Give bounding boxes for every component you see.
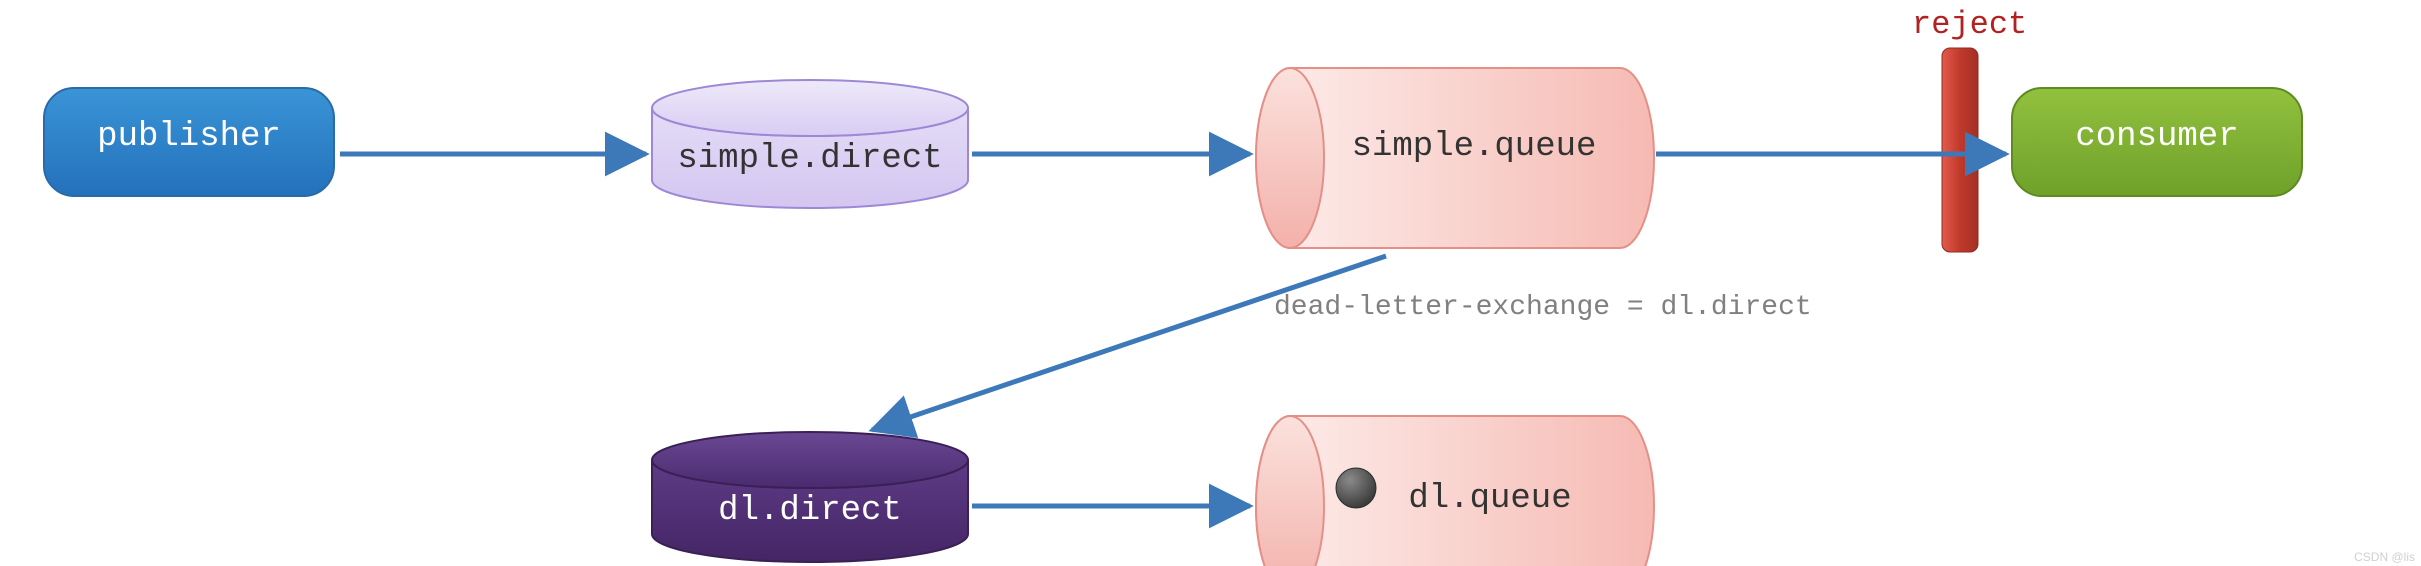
publisher-node [44, 88, 334, 196]
watermark: CSDN @lis [2354, 550, 2415, 564]
dl-direct-node [652, 432, 968, 562]
arrow-dlx-route [872, 256, 1386, 430]
dl-queue-node [1256, 416, 1654, 566]
consumer-node [2012, 88, 2302, 196]
diagram-stage: publisher simple.direct simple.queue con… [0, 0, 2421, 566]
reject-bar [1942, 48, 1978, 252]
dlx-binding-label: dead-letter-exchange = dl.direct [1274, 292, 1812, 323]
message-dot-icon [1336, 468, 1376, 508]
reject-label: reject [1912, 6, 2027, 43]
diagram-svg [0, 0, 2421, 566]
simple-queue-node [1256, 68, 1654, 248]
simple-direct-node [652, 80, 968, 208]
